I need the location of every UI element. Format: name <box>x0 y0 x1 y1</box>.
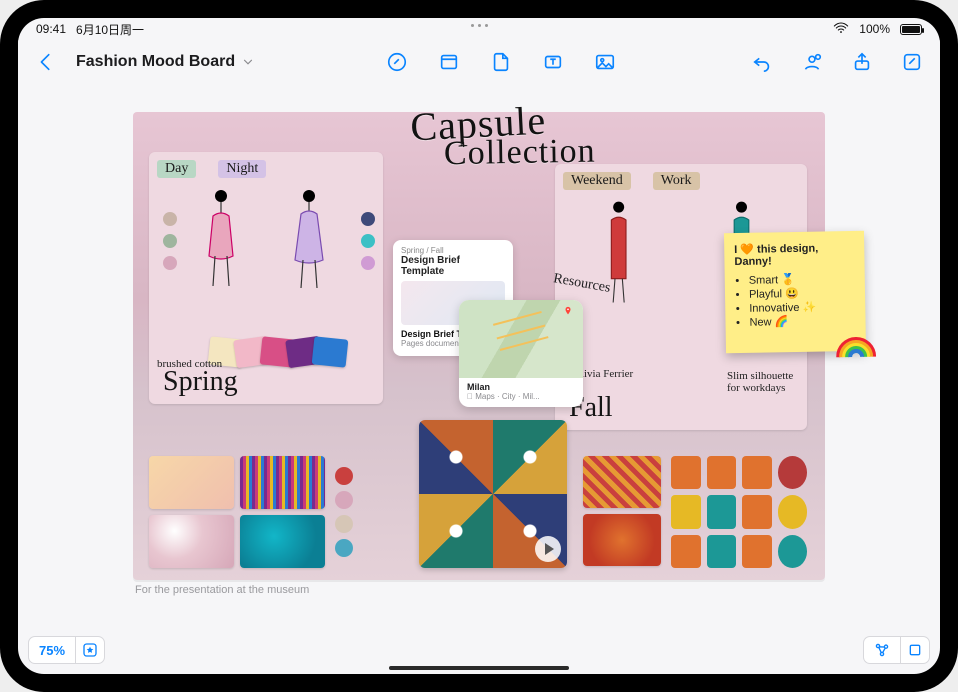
screen: 09:41 6月10日周一 100% Fashion Mood Board <box>18 18 940 674</box>
silhouette-note: Slim silhouette for workdays <box>727 370 797 394</box>
palette-right <box>671 456 807 568</box>
status-bar: 09:41 6月10日周一 100% <box>18 18 940 40</box>
figure-night <box>269 186 349 296</box>
map-pin-icon <box>563 306 573 316</box>
tag-weekend: Weekend <box>563 172 631 190</box>
rainbow-icon <box>836 331 876 360</box>
tag-work: Work <box>653 172 700 190</box>
document-stack[interactable]: Resources Spring / Fall Design Brief Tem… <box>393 240 573 356</box>
tag-night: Night <box>218 160 266 178</box>
sticky-note-button[interactable] <box>433 46 465 78</box>
share-button[interactable] <box>846 46 878 78</box>
zoom-value[interactable]: 75% <box>28 636 75 664</box>
add-file-button[interactable] <box>485 46 517 78</box>
app-toolbar: Fashion Mood Board <box>18 40 940 84</box>
season-spring-label: Spring <box>163 366 238 398</box>
inspo-strip-right <box>583 456 807 568</box>
markup-pen-button[interactable] <box>381 46 413 78</box>
board-title: Fashion Mood Board <box>76 53 235 71</box>
zoom-control[interactable]: 75% <box>28 636 105 664</box>
graph-view-button[interactable] <box>863 636 900 664</box>
sticky-note[interactable]: I 🧡 this design, Danny! Smart 🥇 Playful … <box>724 231 866 353</box>
tag-day: Day <box>157 160 196 178</box>
spring-night-colors <box>355 186 375 296</box>
favorites-button[interactable] <box>75 636 105 664</box>
doc-breadcrumb: Spring / Fall <box>401 246 505 255</box>
map-meta:  Maps · City · Mil... <box>459 392 583 407</box>
single-view-button[interactable] <box>900 636 930 664</box>
battery-percent: 100% <box>859 22 890 36</box>
sticky-item: Innovative ✨ <box>749 300 855 315</box>
figure-day <box>183 186 263 296</box>
board-heading: Capsule Collection <box>402 103 557 174</box>
status-time: 09:41 <box>36 22 66 36</box>
sticky-list: Smart 🥇 Playful 😃 Innovative ✨ New 🌈 <box>749 272 856 329</box>
canvas[interactable]: Capsule Collection Day Night <box>18 84 940 674</box>
insert-photo-button[interactable] <box>589 46 621 78</box>
board-caption: For the presentation at the museum <box>135 584 309 596</box>
view-controls[interactable] <box>863 636 930 664</box>
status-date: 6月10日周一 <box>76 21 144 38</box>
sticky-item: Smart 🥇 <box>749 272 855 287</box>
wifi-icon <box>833 22 849 37</box>
inspo-grid-left <box>149 456 325 568</box>
chevron-down-icon <box>241 55 255 69</box>
palette-left <box>335 456 353 568</box>
doc-title: Design Brief Template <box>401 255 505 277</box>
edit-button[interactable] <box>896 46 928 78</box>
sticky-heading: I 🧡 this design, Danny! <box>734 241 854 268</box>
map-city: Milan <box>459 378 583 392</box>
play-icon[interactable] <box>535 536 561 562</box>
star-icon <box>82 642 98 658</box>
sticky-item: Playful 😃 <box>749 286 855 301</box>
multitask-grabber[interactable] <box>461 24 497 27</box>
board-title-dropdown[interactable]: Fashion Mood Board <box>76 53 255 71</box>
panel-spring[interactable]: Day Night <box>149 152 383 404</box>
nodes-icon <box>874 642 890 658</box>
back-button[interactable] <box>30 46 62 78</box>
map-thumb <box>459 300 583 378</box>
text-box-button[interactable] <box>537 46 569 78</box>
collaborate-button[interactable] <box>796 46 828 78</box>
maps-card[interactable]: Milan  Maps · City · Mil... <box>459 300 583 407</box>
device-frame: 09:41 6月10日周一 100% Fashion Mood Board <box>0 0 958 692</box>
tile-pattern-video[interactable] <box>419 420 567 568</box>
battery-icon <box>900 24 922 35</box>
fabric-swatches <box>217 338 347 366</box>
spring-day-colors <box>157 186 177 296</box>
undo-button[interactable] <box>746 46 778 78</box>
mood-board[interactable]: Capsule Collection Day Night <box>133 112 825 580</box>
home-indicator[interactable] <box>389 666 569 670</box>
inspo-strip-left <box>149 456 353 568</box>
square-icon <box>907 642 923 658</box>
sticky-item: New 🌈 <box>749 314 855 329</box>
